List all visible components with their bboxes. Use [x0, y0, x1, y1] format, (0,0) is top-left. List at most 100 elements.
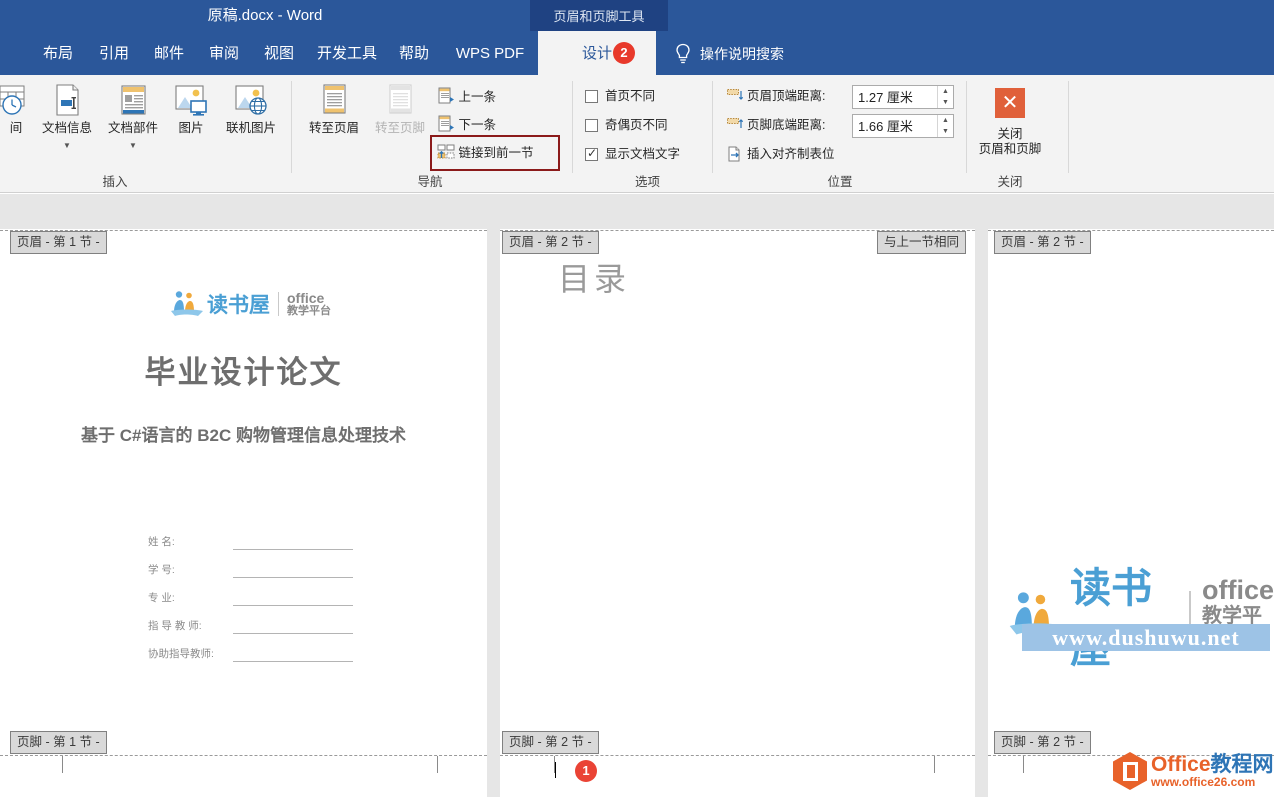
goto-footer-button: 转至页脚 [366, 83, 434, 135]
header-from-top-field[interactable]: 1.27 厘米 ▲ ▼ [852, 85, 954, 109]
page-3-footer-tag: 页脚 - 第 2 节 - [994, 731, 1091, 754]
close-x-icon[interactable]: ✕ [995, 88, 1025, 118]
tab-wps-pdf[interactable]: WPS PDF [442, 31, 538, 75]
page-1-logo-en-bottom: 教学平台 [287, 305, 331, 318]
page-2-footer-tag: 页脚 - 第 2 节 - [502, 731, 599, 754]
align-tab-icon [727, 146, 743, 162]
next-section-icon [437, 115, 455, 133]
page-3-watermark-url: www.dushuwu.net [1022, 624, 1270, 651]
previous-section-label: 上一条 [458, 90, 496, 104]
tab-design[interactable]: 设计 [538, 31, 656, 75]
online-picture-label: 联机图片 [216, 121, 286, 135]
tab-review[interactable]: 审阅 [198, 31, 250, 75]
different-first-page-label[interactable]: 首页不同 [605, 88, 655, 104]
page-2[interactable]: 页眉 - 第 2 节 - 与上一节相同 目录 页脚 - 第 2 节 - 1 [500, 229, 975, 797]
page-3-logo-en-top: office [1202, 577, 1274, 604]
footer-from-bottom-value: 1.66 厘米 [858, 115, 913, 138]
page-1-field-line [233, 605, 353, 606]
date-time-icon [0, 83, 33, 119]
show-document-text-label[interactable]: 显示文档文字 [605, 146, 680, 162]
online-picture-button[interactable]: 联机图片 [216, 83, 286, 135]
horizontal-ruler[interactable]: 6 4 2 2 4 6 8 10 12 14 16 18 20 22 24 26… [0, 194, 1274, 229]
ribbon-divider-5 [1068, 81, 1069, 173]
header-from-top-value: 1.27 厘米 [858, 86, 913, 109]
document-info-chevron-down-icon[interactable]: ▼ [34, 141, 100, 150]
header-spin-up-icon[interactable]: ▲ [938, 86, 953, 97]
tab-view[interactable]: 视图 [250, 31, 308, 75]
footer-from-bottom-label: 页脚底端距离: [747, 117, 825, 133]
link-to-previous-icon [437, 143, 455, 161]
page-1[interactable]: 页眉 - 第 1 节 - 读书屋 office 教学平台 毕业设计论文 基 [0, 229, 487, 797]
tab-design-label: 设计 [582, 45, 612, 62]
different-first-page-checkbox[interactable] [585, 90, 598, 103]
tab-mailings[interactable]: 邮件 [140, 31, 198, 75]
page-1-field-label: 姓 名: [148, 534, 175, 549]
link-to-previous-label: 链接到前一节 [458, 146, 533, 160]
next-section-button[interactable]: 下一条 [437, 115, 496, 133]
different-odd-even-label[interactable]: 奇偶页不同 [605, 117, 668, 133]
page-1-logo-divider [278, 292, 279, 316]
page-1-field-line [233, 633, 353, 634]
goto-footer-label: 转至页脚 [366, 121, 434, 135]
title-bar: 原稿.docx - Word 页眉和页脚工具 [0, 0, 1274, 31]
tab-layout[interactable]: 布局 [28, 31, 88, 75]
goto-header-icon [318, 83, 350, 119]
text-caret [555, 762, 556, 778]
page-1-field-label: 学 号: [148, 562, 175, 577]
footer-from-bottom-field[interactable]: 1.66 厘米 ▲ ▼ [852, 114, 954, 138]
page-1-footer-tag: 页脚 - 第 1 节 - [10, 731, 107, 754]
page-1-header-tag: 页眉 - 第 1 节 - [10, 231, 107, 254]
footer-distance-icon [727, 118, 743, 134]
previous-section-icon [437, 87, 455, 105]
page-3[interactable]: 页眉 - 第 2 节 - 读书屋 office 教学平台 www.dushuwu… [988, 229, 1274, 797]
goto-header-button[interactable]: 转至页眉 [300, 83, 368, 135]
next-section-label: 下一条 [458, 118, 496, 132]
ribbon: 间 文档信息 ▼ [0, 75, 1274, 193]
close-header-footer-line1: 关闭 [955, 127, 1065, 142]
page-2-footer-corner-mark-right [934, 756, 935, 773]
office26-watermark-text: Office教程网 www.office26.com [1151, 754, 1274, 789]
group-label-navigation: 导航 [380, 171, 480, 190]
show-document-text-checkbox[interactable] [585, 148, 598, 161]
lightbulb-icon [674, 43, 692, 65]
reader-logo-icon [170, 290, 204, 318]
document-info-button[interactable]: 文档信息 [34, 83, 100, 135]
page-1-field-label: 指 导 教 师: [148, 618, 202, 633]
header-from-top-stepper[interactable]: ▲ ▼ [937, 86, 953, 108]
footer-spin-down-icon[interactable]: ▼ [938, 126, 953, 137]
different-odd-even-checkbox[interactable] [585, 119, 598, 132]
quick-parts-chevron-down-icon[interactable]: ▼ [100, 141, 166, 150]
previous-section-button[interactable]: 上一条 [437, 87, 496, 105]
close-header-footer-button[interactable]: 关闭 页眉和页脚 [955, 127, 1065, 157]
ribbon-divider-1 [291, 81, 292, 173]
tab-help[interactable]: 帮助 [386, 31, 442, 75]
header-distance-icon [727, 89, 743, 105]
page-2-footer-boundary [500, 755, 975, 756]
tab-references[interactable]: 引用 [88, 31, 140, 75]
header-spin-down-icon[interactable]: ▼ [938, 97, 953, 108]
picture-button[interactable]: 图片 [166, 83, 216, 135]
page-3-logo-cn: 读书屋 [1070, 554, 1178, 674]
insert-align-tab-button[interactable]: 插入对齐制表位 [747, 146, 835, 162]
page-gap-1 [487, 229, 500, 797]
document-canvas[interactable]: 页眉 - 第 1 节 - 读书屋 office 教学平台 毕业设计论文 基 [0, 229, 1274, 797]
link-to-previous-button[interactable]: 链接到前一节 [437, 143, 534, 161]
ribbon-divider-3 [712, 81, 713, 173]
tab-developer[interactable]: 开发工具 [308, 31, 386, 75]
office26-watermark: Office教程网 www.office26.com [1113, 752, 1274, 790]
office26-brand-name: Office教程网 [1151, 754, 1274, 776]
header-from-top-label: 页眉顶端距离: [747, 88, 825, 104]
quick-parts-label: 文档部件 [100, 121, 166, 135]
footer-spin-up-icon[interactable]: ▲ [938, 115, 953, 126]
page-1-field-label: 专 业: [148, 590, 175, 605]
picture-icon [172, 83, 210, 119]
page-3-header-tag: 页眉 - 第 2 节 - [994, 231, 1091, 254]
tab-design-callout-badge: 2 [613, 42, 635, 64]
tell-me-search[interactable]: 操作说明搜索 [700, 31, 784, 75]
document-info-label: 文档信息 [34, 121, 100, 135]
page-1-field-line [233, 549, 353, 550]
group-label-options: 选项 [585, 171, 710, 190]
quick-parts-button[interactable]: 文档部件 [100, 83, 166, 135]
footer-from-bottom-stepper[interactable]: ▲ ▼ [937, 115, 953, 137]
tab-overflow-left[interactable] [0, 31, 28, 75]
